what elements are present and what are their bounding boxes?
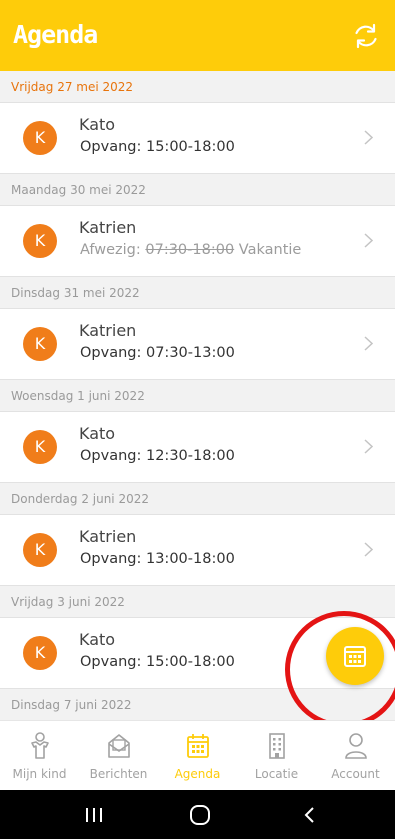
- status-label: Opvang:: [80, 139, 142, 155]
- tab-berichten[interactable]: Berichten: [79, 721, 158, 791]
- tab-agenda[interactable]: Agenda: [158, 721, 237, 791]
- date-header: Woensdag 1 juni 2022: [0, 380, 395, 412]
- date-header: Maandag 30 mei 2022: [0, 174, 395, 206]
- avatar: K: [23, 327, 57, 361]
- recent-apps-icon[interactable]: [84, 806, 104, 824]
- date-header: Vrijdag 27 mei 2022: [0, 71, 395, 103]
- refresh-icon[interactable]: [352, 22, 380, 50]
- date-header: Donderdag 2 juni 2022: [0, 483, 395, 515]
- android-nav-bar: [0, 790, 395, 839]
- time-range: 15:00-18:00: [145, 139, 235, 155]
- chevron-right-icon: [364, 336, 373, 351]
- item-detail: Opvang: 12:30-18:00: [80, 448, 235, 464]
- absence-reason: Vakantie: [238, 242, 302, 258]
- status-label: Opvang:: [80, 345, 142, 361]
- date-header: Dinsdag 31 mei 2022: [0, 277, 395, 309]
- agenda-item[interactable]: K Katrien Afwezig: 07:30-18:00 Vakantie: [0, 206, 395, 277]
- highlight-annotation-circle: [285, 611, 395, 728]
- avatar: K: [23, 224, 57, 258]
- time-range: 07:30-13:00: [145, 345, 235, 361]
- avatar: K: [23, 430, 57, 464]
- time-range: 12:30-18:00: [145, 448, 235, 464]
- tab-label: Berichten: [89, 767, 148, 781]
- item-detail: Opvang: 13:00-18:00: [80, 551, 235, 567]
- item-detail: Opvang: 15:00-18:00: [80, 139, 235, 155]
- time-range: 15:00-18:00: [145, 654, 235, 670]
- tab-label: Locatie: [254, 767, 299, 781]
- child-name: Kato: [79, 424, 116, 443]
- chevron-right-icon: [364, 542, 373, 557]
- calendar-icon: [186, 734, 209, 758]
- tab-mijn-kind[interactable]: Mijn kind: [0, 721, 79, 791]
- status-label: Opvang:: [80, 448, 142, 464]
- bottom-tab-bar: Mijn kind Berichten Agenda Locatie Accou…: [0, 720, 395, 790]
- cancelled-time: 07:30-18:00: [145, 242, 235, 258]
- agenda-item[interactable]: K Kato Opvang: 15:00-18:00: [0, 103, 395, 174]
- avatar: K: [23, 533, 57, 567]
- tab-label: Agenda: [174, 767, 221, 781]
- child-name: Kato: [79, 630, 116, 649]
- child-name: Katrien: [79, 321, 137, 340]
- person-icon: [344, 733, 367, 759]
- avatar: K: [23, 121, 57, 155]
- chevron-right-icon: [364, 439, 373, 454]
- tab-account[interactable]: Account: [316, 721, 395, 791]
- tab-label: Account: [331, 767, 380, 781]
- avatar: K: [23, 636, 57, 670]
- status-label: Afwezig:: [80, 242, 141, 258]
- time-range: 13:00-18:00: [145, 551, 235, 567]
- agenda-item[interactable]: K Katrien Opvang: 07:30-13:00: [0, 309, 395, 380]
- agenda-item[interactable]: K Kato Opvang: 12:30-18:00: [0, 412, 395, 483]
- item-detail: Opvang: 15:00-18:00: [80, 654, 235, 670]
- building-icon: [268, 733, 285, 759]
- back-icon[interactable]: [302, 805, 316, 825]
- child-name: Katrien: [79, 218, 137, 237]
- tab-locatie[interactable]: Locatie: [237, 721, 316, 791]
- child-name: Katrien: [79, 527, 137, 546]
- child-name: Kato: [79, 115, 116, 134]
- agenda-item[interactable]: K Katrien Opvang: 13:00-18:00: [0, 515, 395, 586]
- chevron-right-icon: [364, 130, 373, 145]
- child-icon: [30, 732, 49, 759]
- envelope-icon: [107, 734, 130, 758]
- chevron-right-icon: [364, 233, 373, 248]
- item-detail: Opvang: 07:30-13:00: [80, 345, 235, 361]
- page-title: Agenda: [13, 20, 98, 49]
- status-label: Opvang:: [80, 654, 142, 670]
- item-detail: Afwezig: 07:30-18:00 Vakantie: [80, 242, 301, 258]
- app-header: Agenda: [0, 0, 395, 71]
- tab-label: Mijn kind: [12, 767, 67, 781]
- status-label: Opvang:: [80, 551, 142, 567]
- home-icon[interactable]: [189, 804, 211, 826]
